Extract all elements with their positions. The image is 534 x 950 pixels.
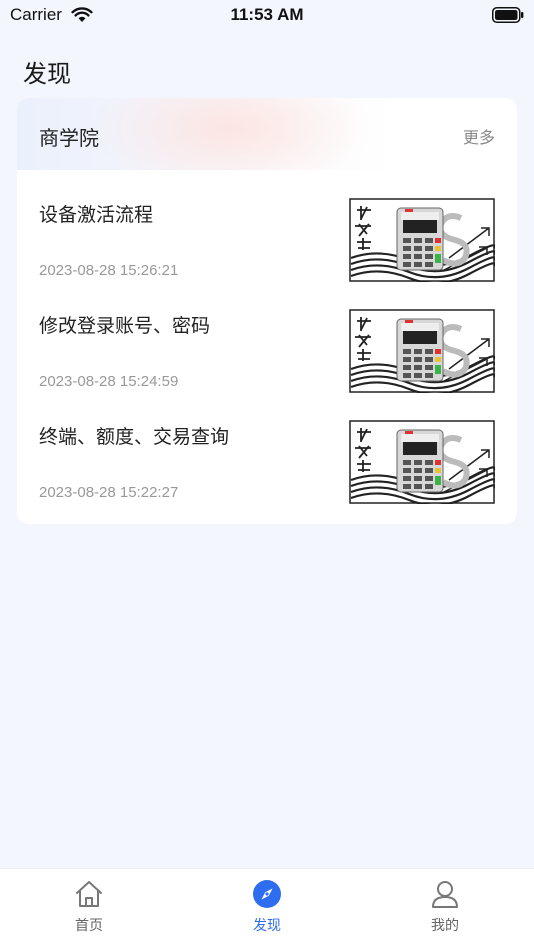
pos-terminal-thumbnail [349,309,495,393]
article-time: 2023-08-28 15:22:27 [39,484,179,501]
tab-mine[interactable]: 我的 [356,869,534,950]
more-link[interactable]: 更多 [463,124,495,148]
status-clock: 11:53 AM [230,5,304,24]
business-school-card: 商学院 更多 设备激活流程 2023-08-28 15:26:21 修改登录账号… [17,98,517,524]
article-item[interactable]: 设备激活流程 2023-08-28 15:26:21 [17,170,517,270]
article-item[interactable]: 修改登录账号、密码 2023-08-28 15:24:59 [17,281,517,381]
article-item[interactable]: 终端、额度、交易查询 2023-08-28 15:22:27 [17,392,517,492]
article-time: 2023-08-28 15:24:59 [39,373,179,390]
bottom-tab-bar: 首页 发现 我的 [0,868,534,950]
tab-home-label: 首页 [75,918,103,934]
card-header: 商学院 更多 [17,98,517,170]
tab-mine-label: 我的 [431,918,459,934]
user-icon [432,881,458,908]
article-time: 2023-08-28 15:26:21 [39,262,179,279]
pos-terminal-thumbnail [349,420,495,504]
page-title: 发现 [23,60,71,88]
card-title: 商学院 [39,126,99,150]
article-title: 终端、额度、交易查询 [39,426,230,448]
article-title: 设备激活流程 [39,204,154,226]
status-bar: Carrier 11:53 AM [0,0,534,32]
article-title: 修改登录账号、密码 [39,315,211,337]
battery-icon [492,7,524,23]
compass-icon [253,880,281,908]
pos-terminal-thumbnail [349,198,495,282]
home-icon [76,881,102,907]
tab-home[interactable]: 首页 [0,869,178,950]
tab-discover[interactable]: 发现 [178,869,356,950]
tab-discover-label: 发现 [253,918,281,934]
